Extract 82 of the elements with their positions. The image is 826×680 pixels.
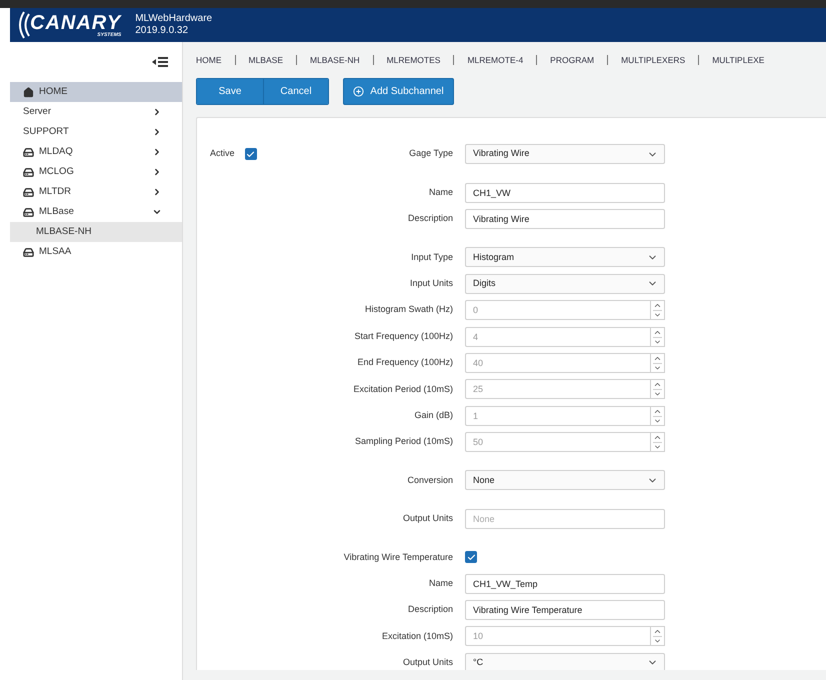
add-subchannel-button[interactable]: Add Subchannel [343, 78, 454, 105]
sidebar-item[interactable]: SUPPORT [10, 122, 182, 142]
plus-icon [353, 86, 364, 97]
field-label: Excitation (10mS) [382, 630, 453, 643]
text-field[interactable]: CH1_VW [465, 182, 665, 203]
field-label: Output Units [402, 512, 453, 526]
spinner[interactable] [651, 300, 665, 320]
collapse-menu-icon[interactable] [152, 56, 168, 68]
spinner[interactable] [651, 352, 665, 373]
breadcrumb-link[interactable]: MLREMOTE-4 [467, 54, 524, 66]
drive-icon [23, 146, 34, 158]
select-field[interactable]: Histogram [465, 247, 665, 268]
field-label: Start Frequency (100Hz) [354, 330, 453, 343]
logo-arcs-icon [16, 10, 30, 40]
select-field[interactable]: Vibrating Wire [465, 144, 665, 164]
spinner[interactable] [651, 326, 665, 347]
breadcrumb-link[interactable]: MULTIPLEXERS [621, 54, 686, 66]
field-label: Name [428, 186, 453, 199]
field-label: Description [408, 212, 453, 226]
save-button[interactable]: Save [197, 79, 263, 104]
field-label: Sampling Period (10mS) [354, 435, 453, 448]
chevron-down-icon [152, 207, 162, 217]
number-field[interactable]: 40 [465, 352, 651, 373]
check-icon [246, 150, 256, 159]
field-label: Description [408, 603, 453, 616]
home-icon [23, 86, 34, 98]
drive-icon [23, 246, 34, 258]
breadcrumb-link[interactable]: MLBASE-NH [310, 54, 360, 66]
field-label: Output Units [402, 656, 453, 670]
field-label: Vibrating Wire Temperature [344, 550, 453, 564]
sidebar-item[interactable]: MLBase [10, 202, 182, 222]
sidebar-item[interactable]: MCLOG [10, 162, 182, 182]
breadcrumb-link[interactable]: HOME [196, 54, 222, 66]
field-label: Gain (dB) [414, 408, 453, 422]
sidebar-item[interactable]: MLDAQ [10, 142, 182, 162]
number-field[interactable]: 10 [465, 626, 651, 646]
spinner[interactable] [651, 432, 665, 452]
field-label: Active [210, 147, 235, 160]
app-name: MLWebHardware [135, 13, 212, 25]
select-field[interactable]: None [465, 470, 665, 490]
field-label: Name [428, 576, 453, 590]
field-label: End Frequency (100Hz) [357, 356, 453, 370]
down-icon [653, 362, 662, 372]
breadcrumb-link[interactable]: MLBASE [248, 54, 283, 66]
sidebar-item[interactable]: MLSAA [10, 242, 182, 262]
checkbox[interactable] [465, 551, 477, 564]
check-icon [466, 552, 476, 562]
number-field[interactable]: 4 [465, 326, 651, 347]
field-label: Histogram Swath (Hz) [364, 303, 453, 316]
sidebar-item[interactable]: Server [10, 102, 182, 122]
drive-icon [23, 186, 34, 198]
field-label: Gage Type [409, 147, 453, 160]
checkbox[interactable] [244, 148, 257, 160]
sidebar-item[interactable]: HOME [10, 82, 182, 102]
breadcrumb-link[interactable]: MULTIPLEXE [712, 54, 764, 66]
down-icon [653, 336, 662, 346]
breadcrumb-link[interactable]: MLREMOTES [386, 54, 440, 66]
text-field[interactable]: Vibrating Wire [465, 208, 665, 229]
text-field[interactable]: CH1_VW_Temp [465, 574, 665, 594]
app-version: 2019.9.0.32 [135, 25, 190, 37]
drive-icon [23, 206, 34, 218]
field-label: Input Type [411, 250, 453, 264]
cancel-button[interactable]: Cancel [263, 79, 328, 104]
drive-icon [23, 166, 34, 178]
down-icon [653, 416, 662, 425]
number-field[interactable]: 1 [465, 406, 651, 426]
sidebar-item[interactable]: MLTDR [10, 182, 182, 202]
select-field[interactable]: °C [465, 652, 665, 670]
spinner[interactable] [651, 379, 665, 400]
number-field[interactable]: 50 [465, 432, 651, 452]
text-field[interactable]: Vibrating Wire Temperature [465, 600, 665, 620]
field-label: Conversion [407, 474, 453, 487]
select-field[interactable]: Digits [465, 274, 665, 294]
text-field[interactable]: None [465, 508, 665, 529]
field-label: Input Units [410, 277, 453, 290]
sidebar-subitem[interactable]: MLBASE-NH [10, 222, 182, 242]
number-field[interactable]: 25 [465, 379, 651, 400]
number-field[interactable]: 0 [465, 300, 651, 320]
spinner[interactable] [651, 626, 665, 646]
spinner[interactable] [651, 406, 665, 426]
field-label: Excitation Period (10mS) [353, 382, 453, 396]
breadcrumb-link[interactable]: PROGRAM [550, 54, 594, 66]
